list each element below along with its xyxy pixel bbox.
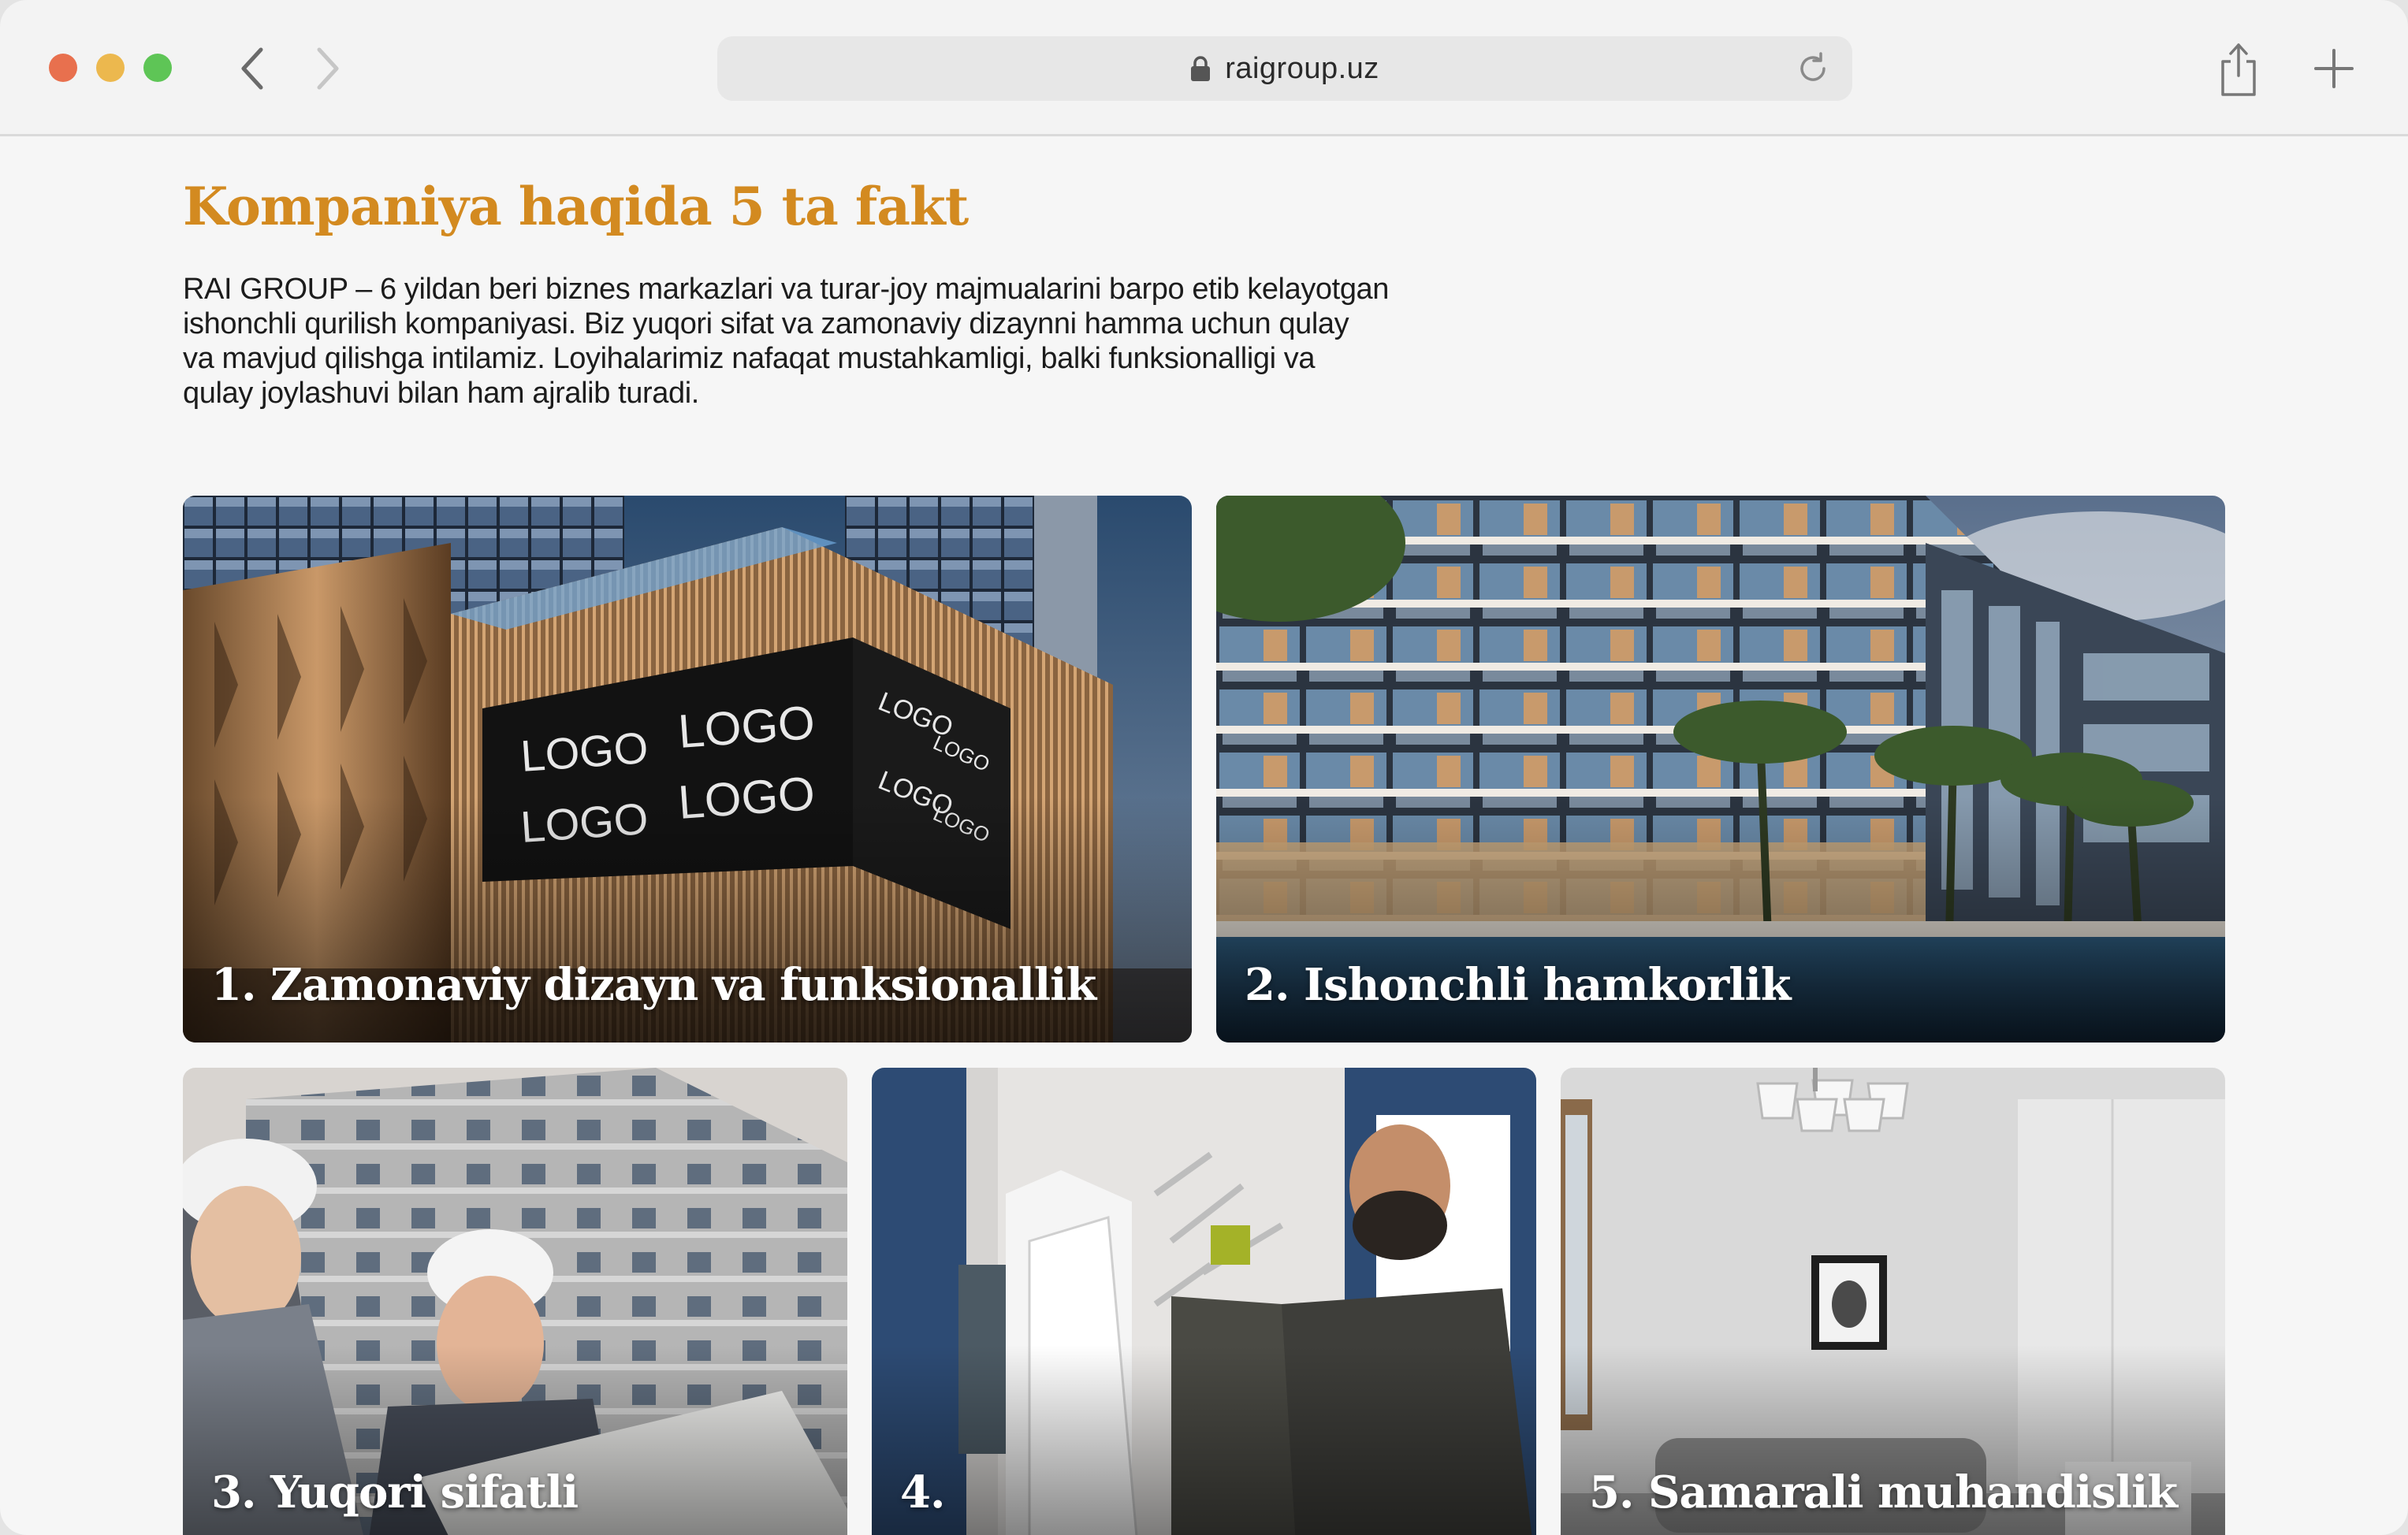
fact-title: 3. Yuqori sifatli [211, 1466, 579, 1518]
fact-card-efficient-engineering[interactable]: 5. Samarali muhandislik [1561, 1068, 2225, 1535]
lock-icon [1191, 56, 1211, 81]
intro-line: RAI GROUP – 6 yildan beri biznes markazl… [183, 273, 1390, 306]
section-intro: RAI GROUP – 6 yildan beri biznes markazl… [183, 272, 1491, 411]
url-text: raigroup.uz [1225, 51, 1379, 85]
intro-line: va mavjud qilishga intilamiz. Loyihalari… [183, 342, 1316, 375]
logo-billboard-text: LOGO [676, 696, 817, 758]
page-content: Kompaniya haqida 5 ta fakt RAI GROUP – 6… [0, 136, 2408, 1535]
browser-toolbar: raigroup.uz [0, 0, 2408, 136]
close-window-button[interactable] [49, 54, 77, 82]
back-button[interactable] [229, 41, 276, 96]
plus-icon[interactable] [2309, 44, 2358, 93]
section-heading: Kompaniya haqida 5 ta fakt [183, 176, 969, 237]
reload-icon[interactable] [1794, 50, 1832, 87]
card-shade [872, 1345, 1536, 1535]
fact-card-reliable-partnership[interactable]: 2. Ishonchli hamkorlik [1216, 496, 2225, 1043]
maximize-window-button[interactable] [143, 54, 172, 82]
minimize-window-button[interactable] [96, 54, 125, 82]
fact-title: 1. Zamonaviy dizayn va funksionallik [211, 959, 1096, 1011]
chevron-left-icon [241, 47, 263, 90]
fact-card-high-quality[interactable]: 3. Yuqori sifatli [183, 1068, 847, 1535]
share-icon[interactable] [2215, 39, 2262, 99]
fact-title: 2. Ishonchli hamkorlik [1245, 959, 1792, 1011]
fact-card-4[interactable]: 4. [872, 1068, 1536, 1535]
logo-billboard-text: LOGO [519, 723, 649, 781]
fact-card-modern-design[interactable]: LOGO LOGO LOGO LOGO LOGO LOGO LOGO LOGO … [183, 496, 1192, 1043]
fact-title: 5. Samarali muhandislik [1589, 1466, 2178, 1518]
browser-window: raigroup.uz Kompaniya haqida 5 ta fakt R… [0, 0, 2408, 1535]
intro-line: ishonchli qurilish kompaniyasi. Biz yuqo… [183, 307, 1349, 340]
fact-title: 4. [900, 1466, 945, 1518]
forward-button[interactable] [304, 41, 352, 96]
intro-line: qulay joylashuvi bilan ham ajralib turad… [183, 377, 699, 410]
chevron-right-icon [317, 47, 339, 90]
address-bar[interactable]: raigroup.uz [717, 36, 1852, 101]
